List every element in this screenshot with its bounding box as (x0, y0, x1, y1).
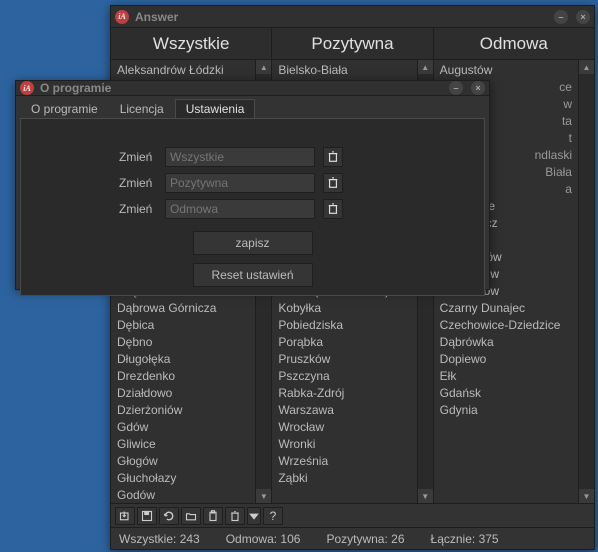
list-item[interactable]: Aleksandrów Łódzki (111, 62, 255, 79)
list-item[interactable]: Drezdenko (111, 368, 255, 385)
tab-odmowa[interactable]: Odmowa (434, 28, 594, 59)
status-odmowa: Odmowa: 106 (226, 532, 301, 546)
toolbar-refresh-icon[interactable] (159, 507, 179, 525)
dialog-tab-settings[interactable]: Ustawienia (175, 99, 256, 118)
toolbar-open-icon[interactable] (181, 507, 201, 525)
list-item[interactable]: Września (272, 453, 416, 470)
list-item[interactable]: Długołęka (111, 351, 255, 368)
toolbar-dropdown-icon[interactable] (247, 507, 261, 525)
row-label: Zmień (119, 150, 157, 164)
scroll-down-icon[interactable]: ▼ (256, 489, 271, 503)
answer-titlebar[interactable]: iA Answer – × (111, 6, 594, 28)
list-item[interactable]: Dopiewo (434, 351, 578, 368)
list-item[interactable]: Głogów (111, 453, 255, 470)
list-item[interactable]: Czechowice-Dziedzice (434, 317, 578, 334)
scroll-up-icon[interactable]: ▲ (256, 60, 271, 74)
rename-input-pozytywna[interactable] (165, 173, 315, 193)
list-item[interactable]: Dębica (111, 317, 255, 334)
list-item[interactable]: Bielsko-Biała (272, 62, 416, 79)
list-item[interactable]: Dąbrowa Górnicza (111, 300, 255, 317)
list-item[interactable]: Rabka-Zdrój (272, 385, 416, 402)
status-pozytywna: Pozytywna: 26 (326, 532, 404, 546)
row-label: Zmień (119, 176, 157, 190)
tab-wszystkie[interactable]: Wszystkie (111, 28, 272, 59)
status-lacznie: Łącznie: 375 (431, 532, 499, 546)
clear-icon[interactable] (323, 173, 343, 193)
toolbar-help-icon[interactable]: ? (263, 507, 283, 525)
dialog-title: O programie (40, 81, 111, 95)
settings-row-1: Zmień (119, 147, 343, 167)
statusbar: Wszystkie: 243 Odmowa: 106 Pozytywna: 26… (111, 527, 594, 549)
window-title: Answer (135, 10, 178, 24)
list-item[interactable]: Dąbrówka (434, 334, 578, 351)
minimize-button[interactable]: – (554, 10, 568, 24)
clear-icon[interactable] (323, 199, 343, 219)
rename-input-odmowa[interactable] (165, 199, 315, 219)
list-item[interactable]: Czarny Dunajec (434, 300, 578, 317)
scrollbar-odmowa[interactable]: ▲ ▼ (578, 60, 594, 503)
save-button[interactable]: zapisz (193, 231, 313, 255)
toolbar-delete-icon[interactable] (225, 507, 245, 525)
toolbar-import-icon[interactable] (115, 507, 135, 525)
list-item[interactable]: Gdów (111, 419, 255, 436)
row-label: Zmień (119, 202, 157, 216)
scroll-down-icon[interactable]: ▼ (418, 489, 433, 503)
list-item[interactable]: Kobyłka (272, 300, 416, 317)
list-item[interactable]: Warszawa (272, 402, 416, 419)
toolbar-save-icon[interactable] (137, 507, 157, 525)
reset-button[interactable]: Reset ustawień (193, 263, 313, 287)
category-tabs: Wszystkie Pozytywna Odmowa (111, 28, 594, 60)
list-item[interactable]: Augustów (434, 62, 578, 79)
list-item[interactable]: Wronki (272, 436, 416, 453)
dialog-body: Zmień Zmień Zmień z (20, 118, 485, 296)
clear-icon[interactable] (323, 147, 343, 167)
toolbar-clipboard-icon[interactable] (203, 507, 223, 525)
list-item[interactable]: Działdowo (111, 385, 255, 402)
dialog-tabs: O programie Licencja Ustawienia (16, 96, 489, 118)
app-icon: iA (20, 81, 34, 95)
list-item[interactable]: Gdańsk (434, 385, 578, 402)
status-wszystkie: Wszystkie: 243 (119, 532, 200, 546)
list-item[interactable]: Gdynia (434, 402, 578, 419)
list-item[interactable]: Godów (111, 487, 255, 503)
list-item[interactable]: Dębno (111, 334, 255, 351)
app-icon: iA (115, 10, 129, 24)
list-item[interactable]: Gliwice (111, 436, 255, 453)
list-item[interactable]: Dzierżoniów (111, 402, 255, 419)
list-item[interactable]: Głuchołazy (111, 470, 255, 487)
list-item[interactable]: Pobiedziska (272, 317, 416, 334)
dialog-tab-licence[interactable]: Licencja (109, 99, 175, 118)
close-button[interactable]: × (576, 10, 590, 24)
settings-row-3: Zmień (119, 199, 343, 219)
dialog-minimize-button[interactable]: – (449, 81, 463, 95)
toolbar: ? (111, 503, 594, 527)
tab-pozytywna[interactable]: Pozytywna (272, 28, 433, 59)
list-item[interactable]: Wrocław (272, 419, 416, 436)
list-item[interactable]: Porąbka (272, 334, 416, 351)
rename-input-wszystkie[interactable] (165, 147, 315, 167)
list-item[interactable]: Pruszków (272, 351, 416, 368)
list-item[interactable]: Ełk (434, 368, 578, 385)
scroll-up-icon[interactable]: ▲ (579, 60, 594, 74)
dialog-tab-about[interactable]: O programie (20, 99, 109, 118)
list-item[interactable]: Pszczyna (272, 368, 416, 385)
dialog-close-button[interactable]: × (471, 81, 485, 95)
scroll-down-icon[interactable]: ▼ (579, 489, 594, 503)
scroll-up-icon[interactable]: ▲ (418, 60, 433, 74)
list-item[interactable]: Ząbki (272, 470, 416, 487)
about-dialog: iA O programie – × O programie Licencja … (15, 80, 490, 290)
dialog-titlebar[interactable]: iA O programie – × (16, 81, 489, 96)
settings-row-2: Zmień (119, 173, 343, 193)
